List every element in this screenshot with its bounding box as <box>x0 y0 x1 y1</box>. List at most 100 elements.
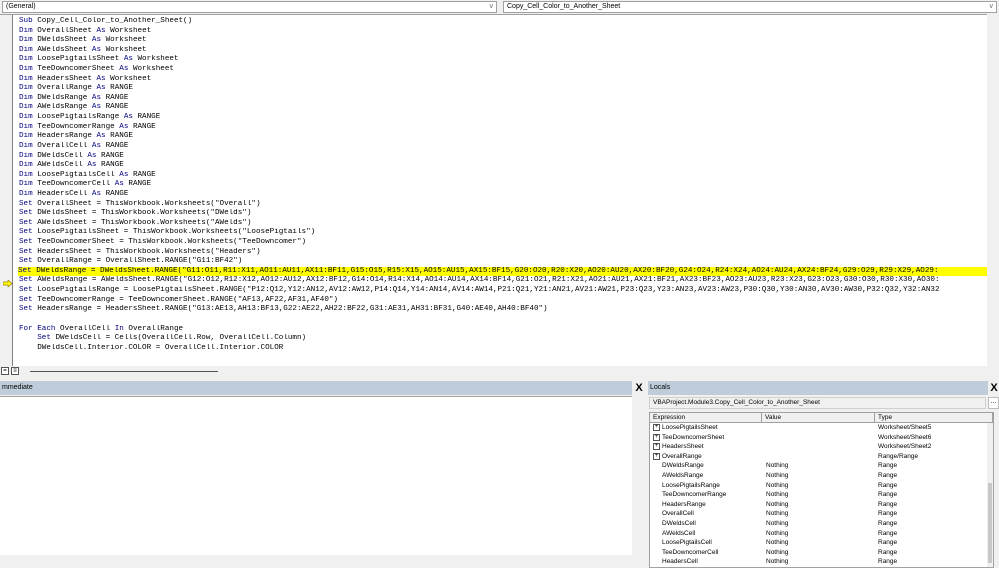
full-module-view-button[interactable]: ≡ <box>11 367 19 375</box>
immediate-title: mmediate <box>0 381 632 395</box>
locals-row[interactable]: LoosePigtailsCell Nothing Range <box>650 538 993 548</box>
local-type: Worksheet/Sheet2 <box>878 443 932 451</box>
local-expression: AWeldsRange <box>662 471 704 479</box>
code-line: Dim TeeDowncomerCell As RANGE <box>19 180 152 189</box>
locals-row[interactable]: DWeldsCell Nothing Range <box>650 519 993 529</box>
code-line: Dim HeadersSheet As Worksheet <box>19 74 152 83</box>
locals-table: Expression Value Type + LoosePigtailsShee… <box>649 412 994 568</box>
local-expression: HeadersCell <box>662 558 698 566</box>
code-line: Dim DWeldsCell As RANGE <box>19 151 124 160</box>
local-value: Nothing <box>766 548 789 556</box>
procedure-combo[interactable]: Copy_Cell_Color_to_Another_Sheet v <box>503 1 997 13</box>
expand-plus-icon[interactable]: + <box>653 433 660 441</box>
code-horizontal-scrollbar[interactable]: = ≡ <box>0 366 999 377</box>
local-type: Range/Range <box>878 452 919 460</box>
code-vertical-scrollbar[interactable] <box>987 14 999 366</box>
code-line: Set HeadersRange = HeadersSheet.RANGE("G… <box>19 305 548 314</box>
local-type: Range <box>878 471 898 479</box>
expand-plus-icon[interactable]: + <box>653 453 660 461</box>
code-editor[interactable]: Sub Copy_Cell_Color_to_Another_Sheet() Di… <box>0 14 999 366</box>
code-line: Set TeeDowncomerSheet = ThisWorkbook.Wor… <box>19 238 307 247</box>
locals-scrollbar[interactable] <box>987 423 993 567</box>
locals-row[interactable]: TeeDowncomerCell Nothing Range <box>650 548 993 558</box>
code-line: Dim OverallCell As RANGE <box>19 141 129 150</box>
locals-row[interactable]: + HeadersSheet Worksheet/Sheet2 <box>650 442 993 452</box>
code-line: Set AWeldsSheet = ThisWorkbook.Worksheet… <box>19 218 252 227</box>
locals-row[interactable]: AWeldsCell Nothing Range <box>650 529 993 539</box>
column-header-value[interactable]: Value <box>762 413 875 422</box>
procedure-combo-value: Copy_Cell_Color_to_Another_Sheet <box>507 3 621 10</box>
code-line: Set AWeldsRange = AWeldsSheet.RANGE("G12… <box>19 276 940 285</box>
local-value <box>762 433 875 443</box>
locals-row[interactable]: TeeDowncomerRange Nothing Range <box>650 490 993 500</box>
local-value: Nothing <box>766 500 789 508</box>
margin-indicator-bar[interactable] <box>0 15 13 366</box>
local-expression: TeeDowncomerSheet <box>662 433 725 441</box>
column-header-type[interactable]: Type <box>875 413 993 422</box>
procedure-view-button[interactable]: = <box>1 367 9 375</box>
chevron-down-icon: v <box>489 3 494 10</box>
expand-plus-icon[interactable]: + <box>653 424 660 432</box>
local-value: Nothing <box>766 529 789 537</box>
locals-row[interactable]: + TeeDowncomerSheet Worksheet/Sheet6 <box>650 433 993 443</box>
locals-row[interactable]: HeadersRange Nothing Range <box>650 500 993 510</box>
local-value <box>762 423 875 433</box>
code-line: Set HeadersSheet = ThisWorkbook.Workshee… <box>19 247 261 256</box>
locals-row[interactable]: + LoosePigtailsSheet Worksheet/Sheet5 <box>650 423 993 433</box>
local-type: Worksheet/Sheet5 <box>878 424 932 431</box>
local-expression: OverallCell <box>662 510 694 518</box>
locals-row[interactable]: OverallCell Nothing Range <box>650 509 993 519</box>
code-line: Dim DWeldsSheet As Worksheet <box>19 36 147 45</box>
code-line: Set OverallSheet = ThisWorkbook.Workshee… <box>19 199 261 208</box>
chevron-down-icon: v <box>989 3 994 10</box>
locals-row[interactable]: LoosePigtailsRange Nothing Range <box>650 481 993 491</box>
code-line: Set DWeldsCell = Cells(OverallCell.Row, … <box>37 334 307 343</box>
local-value: Nothing <box>766 462 789 470</box>
code-line: Dim TeeDowncomerSheet As Worksheet <box>19 65 174 74</box>
locals-close-button[interactable]: X <box>988 381 999 395</box>
code-line: Dim DWeldsRange As RANGE <box>19 93 129 102</box>
object-combo-value: (General) <box>6 3 36 10</box>
column-header-expression[interactable]: Expression <box>650 413 762 422</box>
local-value: Nothing <box>766 510 789 518</box>
local-type: Range <box>878 558 898 566</box>
local-expression: LoosePigtailsSheet <box>662 424 718 431</box>
code-line: Dim OverallSheet As Worksheet <box>19 26 152 35</box>
scrollbar-thumb[interactable] <box>30 371 218 372</box>
local-value: Nothing <box>766 471 789 479</box>
code-line: Dim LoosePigtailsRange As RANGE <box>19 113 161 122</box>
local-value: Nothing <box>766 539 789 547</box>
code-line: For Each OverallCell In OverallRange <box>19 324 184 333</box>
code-line: Set LoosePigtailsSheet = ThisWorkbook.Wo… <box>19 228 316 237</box>
local-expression: LoosePigtailsRange <box>662 481 720 489</box>
local-value: Nothing <box>766 519 789 527</box>
locals-row[interactable]: + OverallRange Range/Range <box>650 452 993 462</box>
locals-row[interactable]: DWeldsRange Nothing Range <box>650 461 993 471</box>
locals-row[interactable]: AWeldsRange Nothing Range <box>650 471 993 481</box>
code-line: Dim AWeldsRange As RANGE <box>19 103 129 112</box>
local-expression: LoosePigtailsCell <box>662 539 712 547</box>
locals-header-row: Expression Value Type <box>650 413 993 423</box>
code-line: Dim AWeldsSheet As Worksheet <box>19 45 147 54</box>
code-line: Dim HeadersCell As RANGE <box>19 189 129 198</box>
code-line: Dim TeeDowncomerRange As RANGE <box>19 122 156 131</box>
immediate-close-button[interactable]: X <box>633 381 645 395</box>
code-line: Dim OverallRange As RANGE <box>19 84 133 93</box>
local-value: Nothing <box>766 491 789 499</box>
local-expression: DWeldsRange <box>662 462 704 470</box>
scrollbar-thumb[interactable] <box>988 483 992 563</box>
local-type: Range <box>878 519 898 527</box>
expand-plus-icon[interactable]: + <box>653 443 660 451</box>
code-line: Dim LoosePigtailsSheet As Worksheet <box>19 55 179 64</box>
local-value <box>762 452 875 462</box>
locals-row[interactable]: HeadersCell Nothing Range <box>650 557 993 567</box>
local-value: Nothing <box>766 558 789 566</box>
code-line: Set TeeDowncomerRange = TeeDowncomerShee… <box>19 295 338 304</box>
code-line: Dim HeadersRange As RANGE <box>19 132 133 141</box>
immediate-window[interactable] <box>0 396 632 555</box>
call-stack-button[interactable]: ... <box>988 397 999 409</box>
object-combo[interactable]: (General) v <box>2 1 497 13</box>
locals-context: VBAProject.Module3.Copy_Cell_Color_to_An… <box>649 397 986 409</box>
local-expression: TeeDowncomerRange <box>662 491 727 499</box>
local-type: Range <box>878 510 898 518</box>
